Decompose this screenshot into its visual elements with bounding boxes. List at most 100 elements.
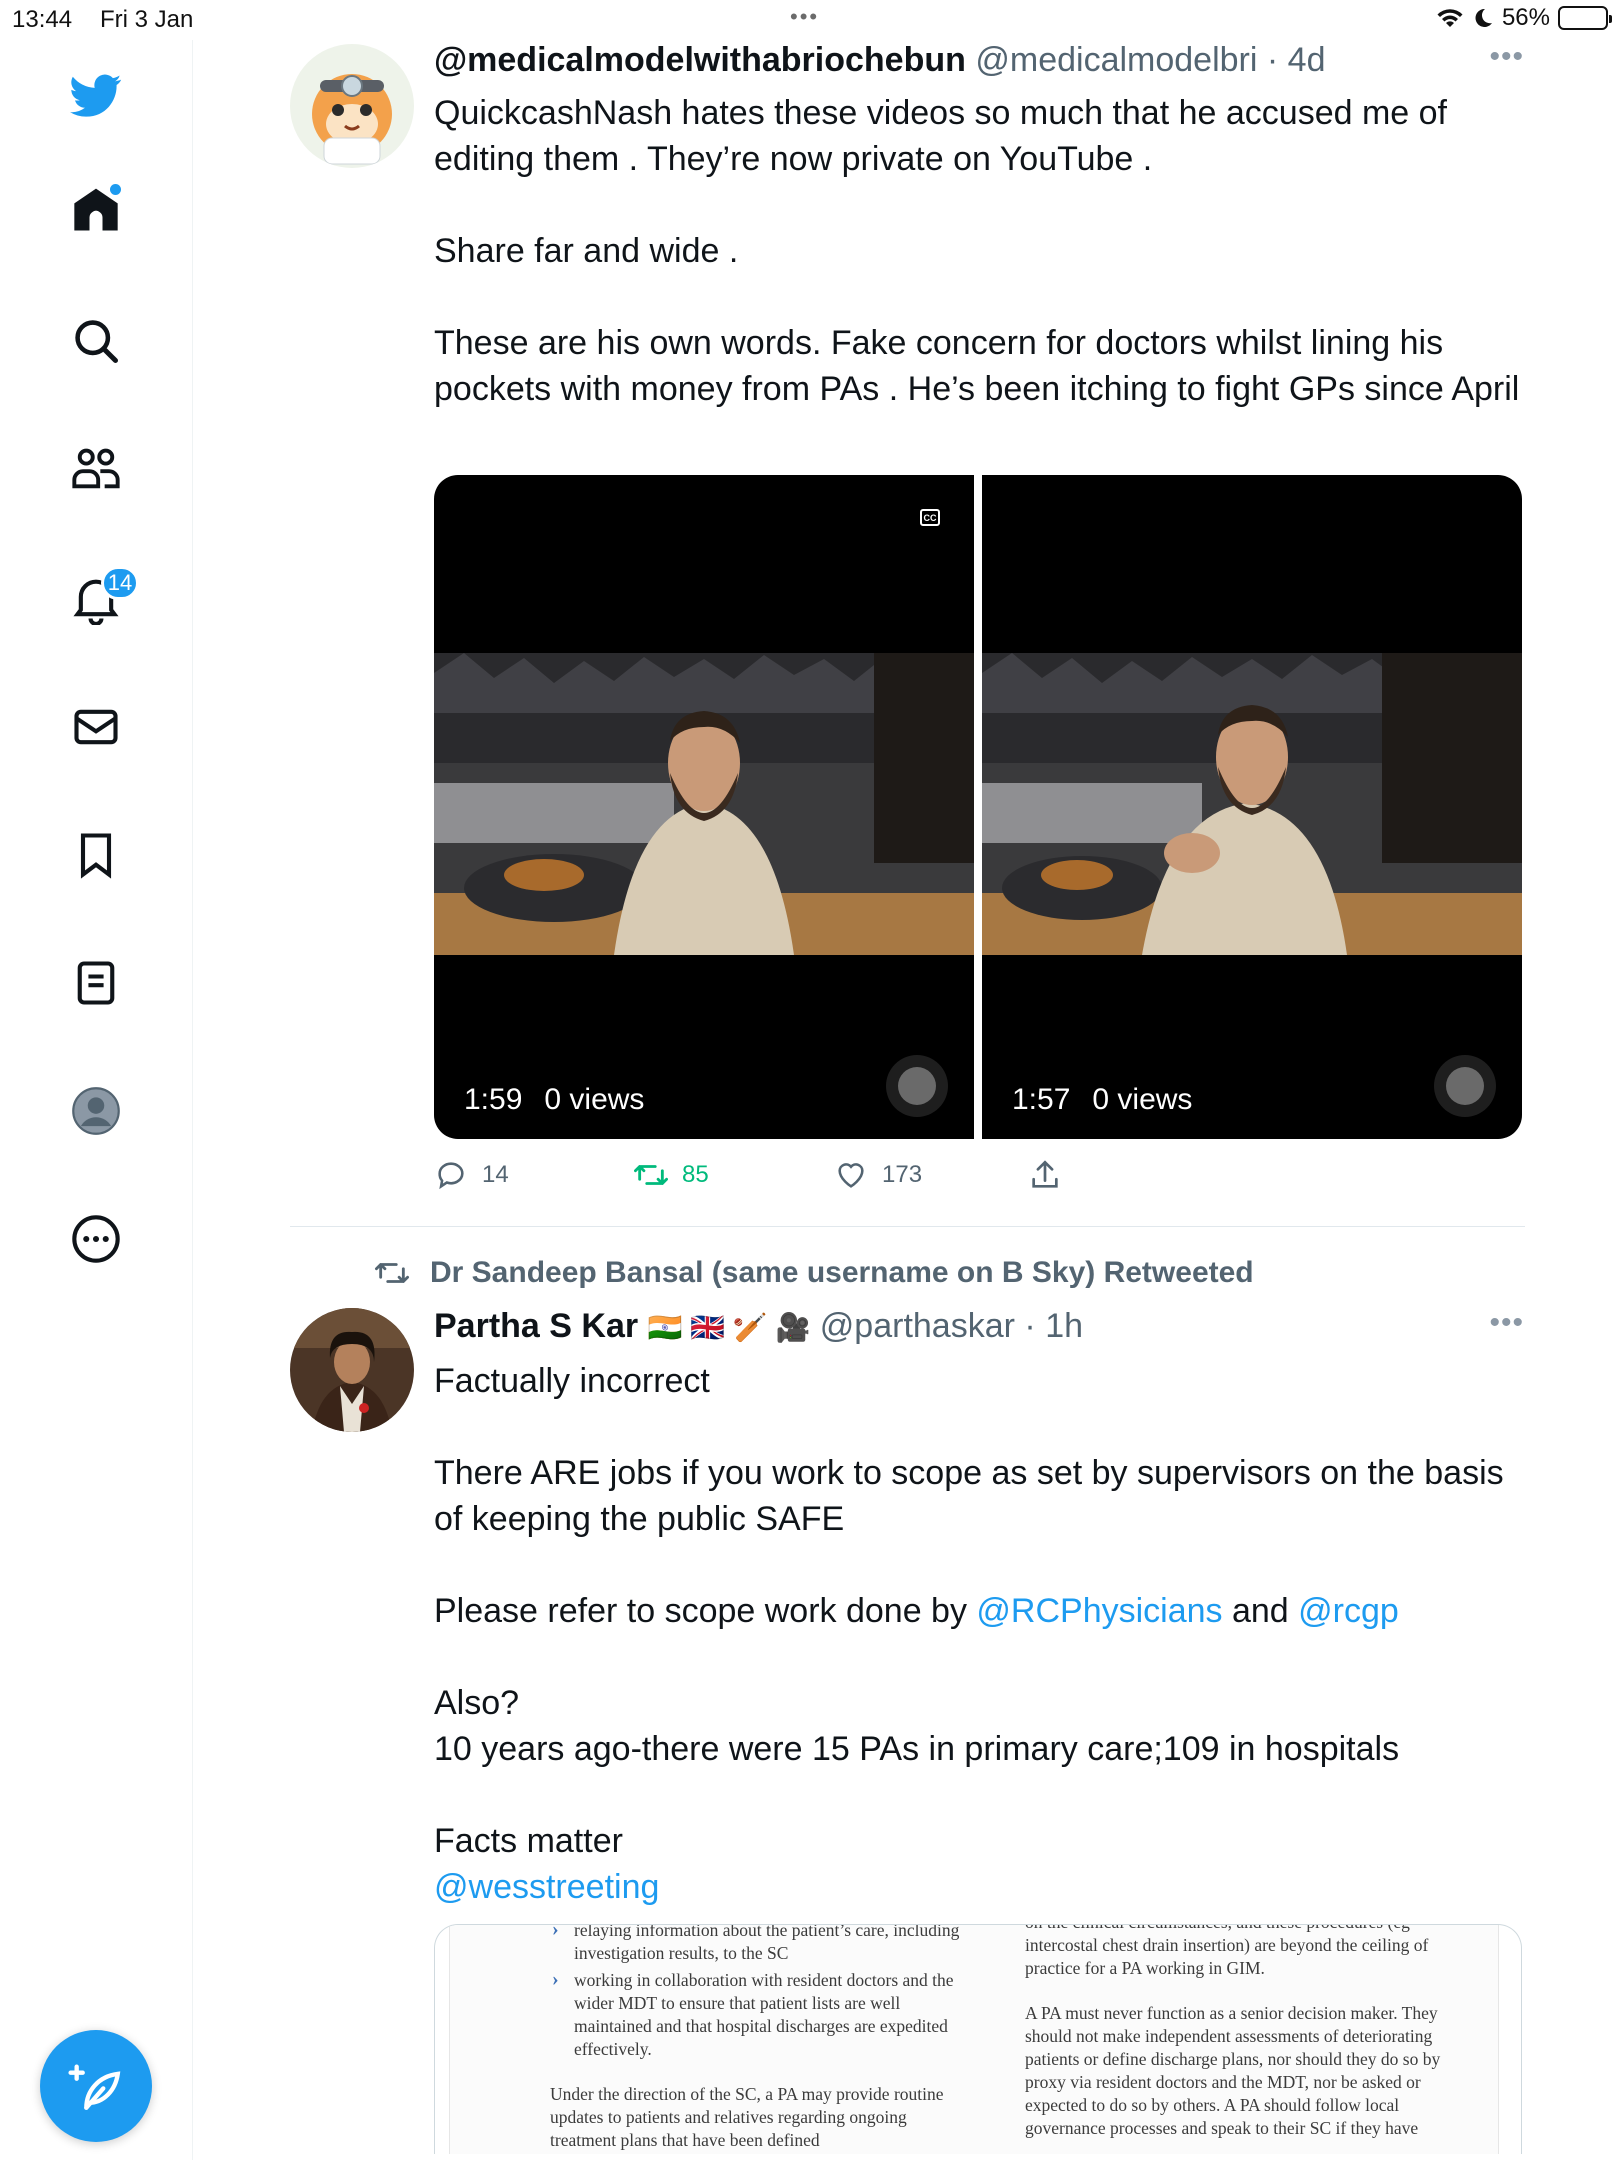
twitter-bird-icon[interactable] — [65, 64, 127, 126]
video-gallery: CC 1:59 0 views 1:57 0 views — [434, 475, 1522, 1139]
avatar[interactable] — [290, 44, 414, 168]
mention-link[interactable]: @wesstreeting — [434, 1868, 659, 1906]
tweet-line-blank — [434, 1542, 1524, 1588]
tweet-line-blank — [434, 1634, 1524, 1680]
video-frame — [982, 653, 1522, 955]
bell-icon[interactable]: 14 — [65, 566, 139, 630]
like-count: 173 — [882, 1161, 923, 1188]
more-options-icon[interactable]: ••• — [1489, 40, 1524, 74]
tweet-line: There ARE jobs if you work to scope as s… — [434, 1454, 1504, 1538]
sidebar: 14 — [0, 40, 193, 2160]
tweet-text: Factually incorrect There ARE jobs if yo… — [434, 1358, 1524, 1910]
line-text: Please refer to scope work done by — [434, 1592, 977, 1630]
document-paragraph: on the clinical circumstances, and these… — [1025, 1925, 1429, 1978]
reply-icon — [438, 1162, 464, 1190]
line-text: and — [1222, 1592, 1299, 1630]
tweet-header: @medicalmodelwithabriochebun @medicalmod… — [434, 40, 1524, 80]
battery-percent: 56% — [1501, 4, 1550, 31]
document-paragraph: A PA must never function as a senior dec… — [1025, 2003, 1441, 2138]
compose-feather-icon — [68, 2064, 121, 2110]
status-bar: 13:44 Fri 3 Jan ••• 56% — [0, 0, 1620, 40]
document-bullet: relaying information about the patient’s… — [550, 1925, 960, 1965]
tweet-line — [434, 182, 1524, 228]
video-menu-button[interactable] — [1434, 1055, 1496, 1117]
video-frame — [434, 653, 974, 955]
document-paragraph: Under the direction of the SC, a PA may … — [550, 2084, 944, 2150]
notification-badge: 14 — [101, 566, 139, 600]
reply-count: 14 — [482, 1161, 509, 1188]
tweet-line: Factually incorrect — [434, 1362, 710, 1400]
author-handle[interactable]: @medicalmodelbri — [975, 41, 1257, 79]
more-circle-icon[interactable] — [65, 1208, 127, 1270]
status-time: 13:44 — [12, 6, 73, 33]
home-icon[interactable] — [65, 180, 127, 242]
attached-document-image[interactable]: relaying information about the patient’s… — [434, 1924, 1522, 2154]
document-bullet: working in collaboration with resident d… — [550, 1968, 960, 2061]
video-meta: 1:57 0 views — [1012, 1083, 1192, 1117]
retweet-banner[interactable]: Dr Sandeep Bansal (same username on B Sk… — [372, 1256, 1254, 1290]
search-icon[interactable] — [65, 310, 127, 372]
more-options-icon[interactable]: ••• — [1489, 1306, 1524, 1340]
author-name[interactable]: Partha S Kar — [434, 1307, 638, 1345]
status-right: 56% — [1436, 4, 1612, 32]
tweet-line: These are his own words. Fake concern fo… — [434, 324, 1520, 408]
video-player[interactable]: 1:57 0 views — [982, 475, 1522, 1139]
video-duration: 1:59 — [464, 1083, 523, 1116]
video-views: 0 views — [544, 1083, 645, 1116]
wifi-icon — [1437, 9, 1463, 28]
header-separator: · — [1266, 41, 1279, 79]
tweet-line — [434, 274, 1524, 320]
home-notification-dot — [110, 184, 121, 195]
retweet-button[interactable]: 85 — [634, 1158, 709, 1192]
retweet-icon — [375, 1263, 409, 1283]
header-separator: · — [1024, 1307, 1036, 1345]
author-name[interactable]: @medicalmodelwithabriochebun — [434, 41, 966, 79]
video-duration: 1:57 — [1012, 1083, 1071, 1116]
tweet-actions: 14 85 173 — [434, 1158, 1522, 1198]
author-handle[interactable]: @parthaskar — [820, 1307, 1015, 1345]
heart-icon — [838, 1163, 864, 1188]
document-page: relaying information about the patient’s… — [449, 1925, 1499, 2154]
tweet-line-blank — [434, 1404, 1524, 1450]
people-icon[interactable] — [65, 438, 127, 500]
tweet-header: Partha S Kar 🇮🇳 🇬🇧 🏏 🎥 @parthaskar · 1h — [434, 1306, 1524, 1348]
bookmark-icon[interactable] — [65, 824, 127, 886]
tweet-line: QuickcashNash hates these videos so much… — [434, 94, 1447, 178]
video-meta: 1:59 0 views — [464, 1083, 644, 1117]
document-right-column: on the clinical circumstances, and these… — [1025, 1925, 1445, 2140]
tweet-line-blank — [434, 1772, 1524, 1818]
avatar-icon[interactable] — [65, 1080, 127, 1142]
retweet-count: 85 — [682, 1161, 709, 1188]
tweet-line: Facts matter — [434, 1822, 623, 1860]
tweet-time[interactable]: 4d — [1288, 41, 1326, 79]
share-button[interactable] — [1028, 1158, 1062, 1192]
like-button[interactable]: 173 — [834, 1158, 922, 1192]
document-left-column: relaying information about the patient’s… — [550, 1925, 960, 2152]
mention-link[interactable]: @RCPhysicians — [976, 1592, 1222, 1630]
tweet-line: 10 years ago-there were 15 PAs in primar… — [434, 1730, 1400, 1768]
avatar[interactable] — [290, 1308, 414, 1432]
list-icon[interactable] — [65, 952, 127, 1014]
tweet-divider — [290, 1226, 1525, 1227]
tweet-line: Share far and wide . — [434, 232, 739, 270]
tweet-line: @wesstreeting — [434, 1864, 1524, 1910]
reply-button[interactable]: 14 — [434, 1158, 509, 1192]
tweet-line: Please refer to scope work done by @RCPh… — [434, 1588, 1524, 1634]
video-menu-button[interactable] — [886, 1055, 948, 1117]
video-views: 0 views — [1092, 1083, 1193, 1116]
retweet-banner-text: Dr Sandeep Bansal (same username on B Sk… — [430, 1256, 1254, 1289]
mention-link[interactable]: @rcgp — [1298, 1592, 1399, 1630]
battery-icon — [1558, 6, 1612, 30]
author-emojis: 🇮🇳 🇬🇧 🏏 🎥 — [647, 1312, 811, 1343]
status-date: Fri 3 Jan — [100, 6, 194, 33]
tweet-line: Also? — [434, 1684, 520, 1722]
compose-button[interactable] — [40, 2030, 152, 2142]
mail-icon[interactable] — [65, 696, 127, 758]
tweet-time[interactable]: 1h — [1045, 1307, 1083, 1345]
closed-captions-icon[interactable]: CC — [920, 509, 940, 526]
video-player[interactable]: CC 1:59 0 views — [434, 475, 974, 1139]
multitasking-dots[interactable]: ••• — [790, 4, 819, 30]
retweet-icon — [634, 1165, 668, 1185]
share-icon — [1032, 1160, 1058, 1188]
moon-icon — [1475, 8, 1492, 27]
